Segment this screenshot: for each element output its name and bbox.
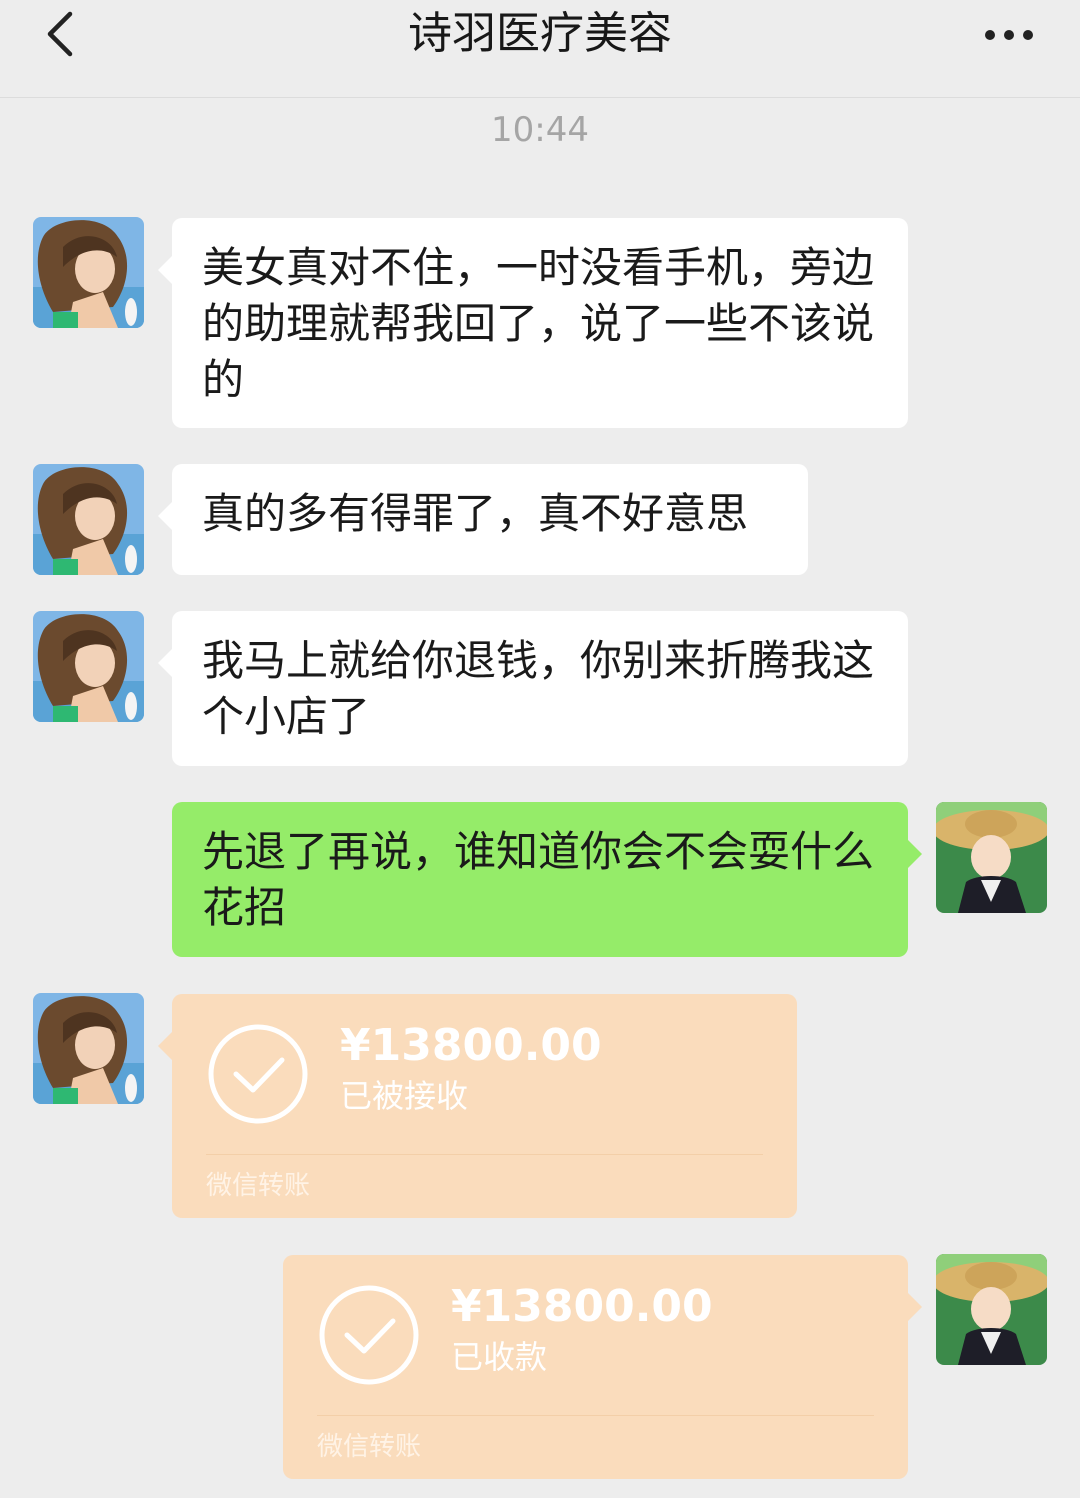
transfer-status: 已被接收 [340, 1077, 469, 1115]
message-text: 美女真对不住，一时没看手机，旁边的助理就帮我回了，说了一些不该说的 [202, 243, 875, 404]
avatar-shop[interactable] [33, 993, 144, 1104]
avatar-shop[interactable] [33, 217, 144, 328]
transfer-footer-label: 微信转账 [206, 1171, 311, 1201]
avatar-me[interactable] [936, 802, 1047, 913]
avatar-shop[interactable] [33, 464, 144, 575]
avatar-me[interactable] [936, 1254, 1047, 1365]
transfer-card[interactable]: ¥13800.00 已收款 微信转账 [283, 1255, 922, 1479]
message-bubble-incoming[interactable]: 我马上就给你退钱，你别来折腾我这个小店了 [158, 611, 908, 766]
more-dots-icon [985, 30, 1033, 40]
check-circle-icon [319, 1285, 419, 1385]
avatar-shop[interactable] [33, 611, 144, 722]
message-text: 真的多有得罪了，真不好意思 [202, 489, 749, 538]
divider [206, 1154, 763, 1155]
check-circle-icon [208, 1024, 308, 1124]
transfer-status: 已收款 [451, 1338, 548, 1376]
message-bubble-incoming[interactable]: 真的多有得罪了，真不好意思 [158, 464, 808, 575]
more-button[interactable] [980, 20, 1040, 50]
message-text: 先退了再说，谁知道你会不会耍什么花招 [202, 827, 875, 932]
transfer-card[interactable]: ¥13800.00 已被接收 微信转账 [158, 994, 797, 1218]
transfer-amount: ¥13800.00 [340, 1020, 602, 1071]
divider [317, 1415, 874, 1416]
message-bubble-incoming[interactable]: 美女真对不住，一时没看手机，旁边的助理就帮我回了，说了一些不该说的 [158, 218, 908, 428]
chat-header: 诗羽医疗美容 [0, 0, 1080, 98]
message-text: 我马上就给你退钱，你别来折腾我这个小店了 [202, 636, 875, 741]
transfer-amount: ¥13800.00 [451, 1281, 713, 1332]
chat-title: 诗羽医疗美容 [408, 8, 672, 59]
message-timestamp: 10:44 [491, 110, 589, 150]
transfer-footer-label: 微信转账 [317, 1432, 422, 1462]
message-bubble-outgoing[interactable]: 先退了再说，谁知道你会不会耍什么花招 [172, 802, 922, 957]
